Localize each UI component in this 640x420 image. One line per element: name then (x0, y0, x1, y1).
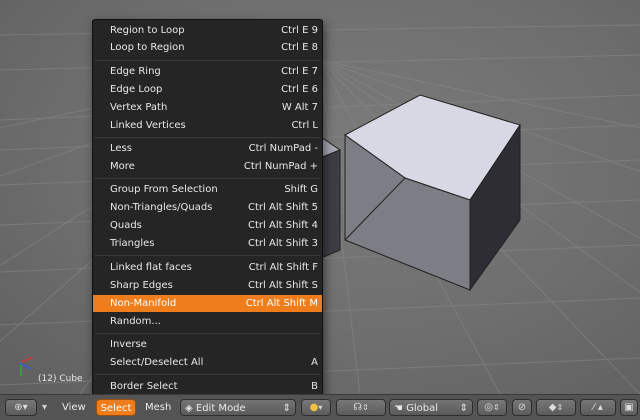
cube-right (344, 94, 521, 292)
viewport-header: ⊕▾ ▾ View Select Mesh ◈ Edit Mode ⇕ ●▾ ☊… (0, 394, 640, 420)
menu-separator (95, 255, 320, 256)
circle-target-icon: ◎ (484, 402, 494, 413)
hand-icon: ☚ (394, 403, 403, 414)
occlude-geometry-button[interactable]: ▣ (620, 399, 638, 416)
mesh-menu[interactable]: Mesh (145, 399, 171, 416)
dropdown-arrows-icon: ⇕ (459, 403, 468, 414)
menu-item-less[interactable]: Less Ctrl NumPad - (93, 140, 322, 157)
select-mode-buttons[interactable]: ⁄ ▴ (580, 399, 616, 416)
crosshair-icon: ⊕▾ (14, 402, 28, 413)
menu-separator (95, 178, 320, 179)
menu-item-more[interactable]: More Ctrl NumPad + (93, 158, 322, 175)
mode-label: Edit Mode (195, 403, 246, 414)
menu-item-select-deselect-all[interactable]: Select/Deselect All A (93, 354, 322, 371)
object-label: (12) Cube (38, 374, 83, 384)
menu-item-group-from-selection[interactable]: Group From Selection Shift G (93, 181, 322, 198)
menu-item-edge-ring[interactable]: Edge Ring Ctrl E 7 (93, 63, 322, 80)
menu-separator (95, 333, 320, 334)
face-select-icon: ▴ (597, 402, 603, 413)
dropdown-arrows-icon: ⇕ (282, 403, 291, 414)
menu-item-linked-flat-faces[interactable]: Linked flat faces Ctrl Alt Shift F (93, 259, 322, 276)
menu-item-sharp-edges[interactable]: Sharp Edges Ctrl Alt Shift S (93, 277, 322, 294)
menu-item-inverse[interactable]: Inverse (93, 336, 322, 353)
select-menu-button[interactable]: Select (96, 399, 136, 416)
menu-item-vertex-path[interactable]: Vertex Path W Alt 7 (93, 99, 322, 116)
proportional-edit-button[interactable]: ⊘ (512, 399, 532, 416)
view-menu[interactable]: View (62, 399, 86, 416)
orientation-label: Global (406, 403, 439, 414)
pivot-button[interactable]: ☊⇕ (336, 399, 386, 416)
cube-icon: ▣ (624, 402, 634, 413)
menu-item-loop-to-region[interactable]: Loop to Region Ctrl E 8 (93, 39, 322, 56)
vertex-select-icon: ◆ (548, 402, 557, 413)
select-menu: Region to Loop Ctrl E 9 Loop to Region Ctr… (92, 19, 323, 398)
menu-item-region-to-loop[interactable]: Region to Loop Ctrl E 9 (93, 22, 322, 39)
menu-separator (95, 374, 320, 375)
menu-item-non-triangles-quads[interactable]: Non-Triangles/Quads Ctrl Alt Shift 5 (93, 199, 322, 216)
transform-orientation-dropdown[interactable]: ☚ Global ⇕ (389, 399, 473, 416)
menu-item-quads[interactable]: Quads Ctrl Alt Shift 4 (93, 217, 322, 234)
edit-mode-icon: ◈ (185, 403, 193, 414)
mode-dropdown[interactable]: ◈ Edit Mode ⇕ (180, 399, 296, 416)
snap-button[interactable]: ◆⇕ (536, 399, 576, 416)
viewport-shading-button[interactable]: ●▾ (301, 399, 331, 416)
layers-button[interactable]: ◎⇕ (477, 399, 507, 416)
menu-item-edge-loop[interactable]: Edge Loop Ctrl E 6 (93, 81, 322, 98)
menu-separator (95, 60, 320, 61)
pivot-icon: ☊ (353, 402, 363, 413)
edge-select-icon: ⁄ (593, 402, 595, 413)
diagonal-icon: ⊘ (517, 402, 527, 413)
collapse-icon[interactable]: ▾ (42, 399, 47, 416)
menu-item-triangles[interactable]: Triangles Ctrl Alt Shift 3 (93, 235, 322, 252)
menu-item-border-select[interactable]: Border Select B (93, 378, 322, 395)
menu-separator (95, 137, 320, 138)
editor-type-button[interactable]: ⊕▾ (5, 399, 37, 416)
menu-item-non-manifold[interactable]: Non-Manifold Ctrl Alt Shift M (93, 295, 322, 312)
menu-item-linked-vertices[interactable]: Linked Vertices Ctrl L (93, 117, 322, 134)
menu-item-random[interactable]: Random... (93, 313, 322, 330)
